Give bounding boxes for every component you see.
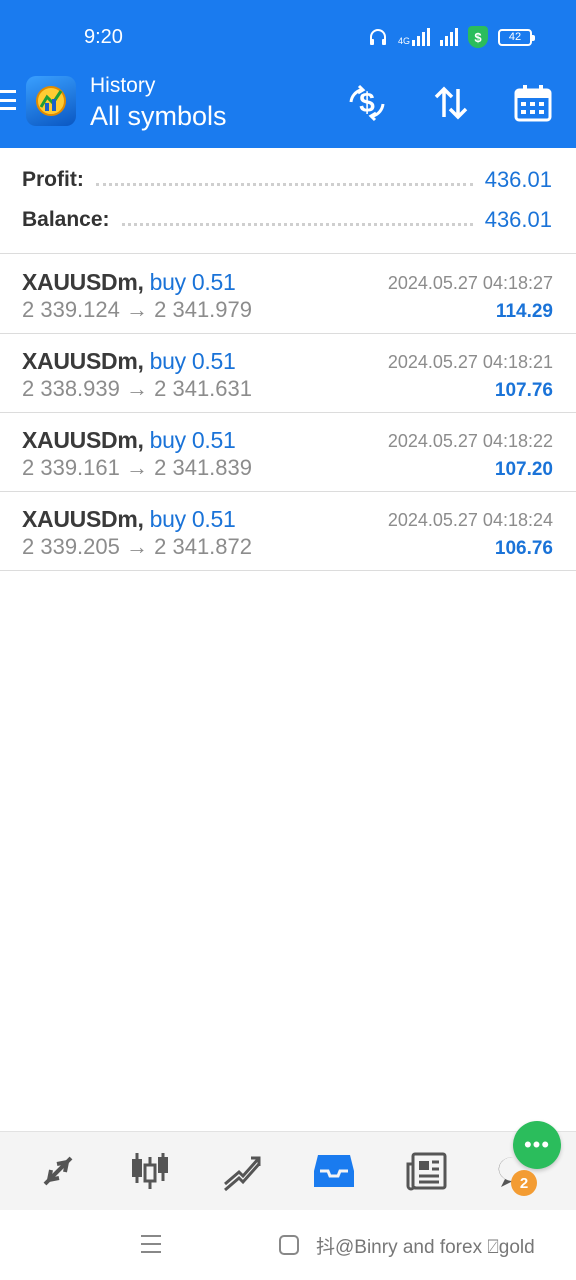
profit-row: Profit: 436.01 [22,162,552,198]
close-price: 2 341.979 [154,297,252,322]
watermark: 抖@Binry and forex ⍁gold [316,1237,535,1258]
price-arrow: → [126,455,148,480]
deal-profit: 114.29 [495,301,553,322]
status-time: 9:20 [84,26,123,48]
signal-icon-2 [440,28,458,46]
app-logo [26,76,76,126]
profit-label: Profit: [22,168,84,191]
deal-profit: 107.76 [494,380,553,401]
deal-row[interactable]: XAUUSDm, buy 0.51 2 339.124 → 2 341.979 … [0,255,576,334]
deal-symbol: XAUUSDm, buy 0.51 [22,506,236,532]
home-icon [279,1235,299,1255]
price-arrow: → [126,534,148,559]
recent-apps-button[interactable] [140,1234,162,1259]
network-type: 4G [397,36,410,46]
deal-action: buy 0.51 [149,427,236,453]
chart-icon [132,1153,168,1189]
status-bar: 9:20 4G $ 42 [0,0,576,70]
deal-time: 2024.05.27 04:18:22 [387,431,553,451]
deal-symbol: XAUUSDm, buy 0.51 [22,427,236,453]
recent-apps-icon [141,1235,161,1253]
open-price: 2 339.161 [22,455,120,480]
deal-action: buy 0.51 [149,506,236,532]
price-arrow: → [126,376,148,401]
screen: 9:20 4G $ 42 History All symbols $ Profi… [0,0,576,1280]
deal-time: 2024.05.27 04:18:27 [387,273,553,293]
deal-prices: 2 339.205 → 2 341.872 [22,534,252,560]
balance-value: 436.01 [484,207,552,232]
headphones-icon [369,29,386,45]
messages-badge: 2 [511,1170,537,1196]
calendar-icon [514,85,552,122]
summary-panel: Profit: 436.01 Balance: 436.01 [0,148,576,254]
price-arrow: → [126,297,148,322]
title-block: History All symbols [90,74,227,134]
deal-time: 2024.05.27 04:18:21 [387,352,553,372]
bottom-nav [0,1131,576,1210]
battery-icon: 42 [498,28,535,46]
history-icon [314,1155,354,1187]
shield-icon: $ [468,26,488,48]
close-price: 2 341.631 [154,376,252,401]
nav-trade[interactable] [219,1150,265,1192]
deal-prices: 2 338.939 → 2 341.631 [22,376,252,402]
quotes-icon [43,1156,73,1186]
close-price: 2 341.839 [154,455,252,480]
menu-icon[interactable] [0,90,16,110]
calendar-button[interactable] [510,80,556,126]
deal-action: buy 0.51 [149,348,236,374]
deal-profit: 106.76 [494,538,553,559]
metatrader-logo-icon [36,86,66,116]
page-title[interactable]: All symbols [90,98,227,134]
app-bar: History All symbols $ [0,70,576,148]
deal-symbol: XAUUSDm, buy 0.51 [22,269,236,295]
deal-row[interactable]: XAUUSDm, buy 0.51 2 339.205 → 2 341.872 … [0,492,576,571]
open-price: 2 338.939 [22,376,120,401]
profit-value: 436.01 [484,167,552,192]
nav-history[interactable] [311,1150,357,1192]
nav-quotes[interactable] [35,1150,81,1192]
status-icons: 4G $ 42 [368,26,535,48]
news-icon [406,1152,447,1191]
signal-icon: 4G [398,28,430,46]
trade-icon [224,1156,261,1192]
sort-button[interactable] [428,80,474,126]
close-price: 2 341.872 [154,534,252,559]
dotted-leader [121,222,473,226]
chat-fab-button[interactable]: ••• [513,1121,561,1169]
deal-row[interactable]: XAUUSDm, buy 0.51 2 339.161 → 2 341.839 … [0,413,576,492]
open-price: 2 339.124 [22,297,120,322]
deal-symbol: XAUUSDm, buy 0.51 [22,348,236,374]
system-nav-bar: 抖@Binry and forex ⍁gold [0,1210,576,1280]
nav-news[interactable] [403,1150,449,1192]
deal-profit: 107.20 [494,459,553,480]
dollar-exchange-button[interactable]: $ [344,80,390,126]
balance-row: Balance: 436.01 [22,202,552,238]
home-button[interactable] [278,1234,300,1261]
page-subtitle: History [90,74,156,97]
deal-action: buy 0.51 [149,269,236,295]
balance-label: Balance: [22,208,110,231]
dollar-exchange-icon: $ [349,84,385,122]
deal-row[interactable]: XAUUSDm, buy 0.51 2 338.939 → 2 341.631 … [0,334,576,413]
deal-time: 2024.05.27 04:18:24 [387,510,553,530]
dotted-leader [95,182,473,186]
sort-icon [434,86,468,120]
deal-prices: 2 339.161 → 2 341.839 [22,455,252,481]
deal-prices: 2 339.124 → 2 341.979 [22,297,252,323]
open-price: 2 339.205 [22,534,120,559]
nav-chart[interactable] [127,1150,173,1192]
